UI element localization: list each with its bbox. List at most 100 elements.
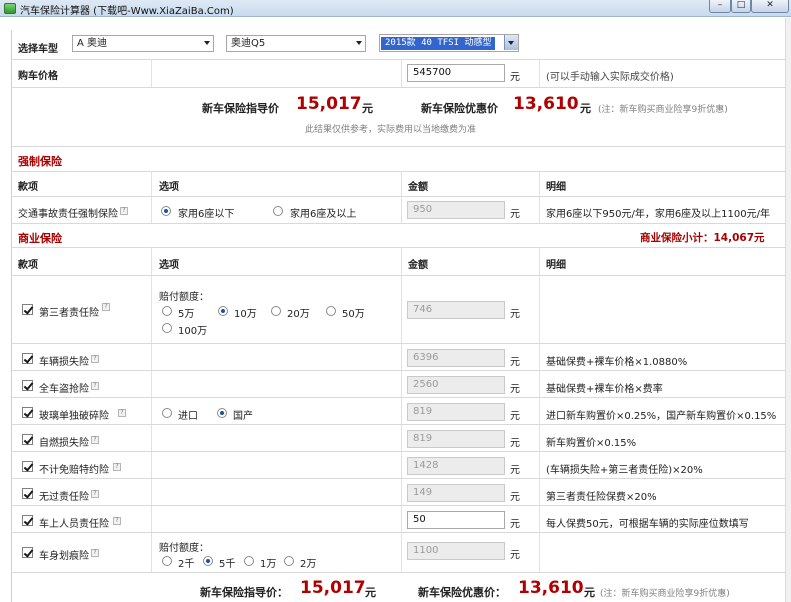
damage-amount-field: 6396 [407,349,505,367]
damage-unit: 元 [510,357,520,368]
scratch-name: 车身划痕险 [39,551,89,562]
maximize-button[interactable]: □ [731,0,751,13]
window-title: 汽车保险计算器 (下载吧-Www.XiaZaiBa.Com) [20,6,234,17]
model-select[interactable]: 2015款 40 TFSI 动感型 [379,34,519,52]
col-header-amount: 金额 [408,260,428,271]
divider [11,370,785,371]
limit-50w-label: 50万 [342,309,365,320]
glass-checkbox[interactable] [22,407,33,418]
brand-select-value: A 奥迪 [77,38,108,49]
no-fault-amount-field: 149 [407,484,505,502]
col-header-detail: 明细 [546,260,566,271]
non-deductible-checkbox[interactable] [22,461,33,472]
scrollbar[interactable] [785,18,791,602]
title-bar: 汽车保险计算器 (下载吧-Www.XiaZaiBa.Com) – □ ✕ [0,0,791,17]
no-fault-checkbox[interactable] [22,488,33,499]
scratch-1w-label: 1万 [260,559,277,570]
help-icon[interactable]: ? [91,549,99,557]
third-party-name: 第三者责任险 [39,308,99,319]
third-party-checkbox[interactable] [22,304,33,315]
third-party-amount-field: 746 [407,301,505,319]
limit-10w-radio[interactable] [218,306,228,316]
seat-6plus-radio[interactable] [273,206,283,216]
minimize-button[interactable]: – [709,0,731,13]
limit-20w-label: 20万 [287,309,310,320]
scratch-5k-label: 5千 [219,559,236,570]
brand-select[interactable]: A 奥迪 [72,35,214,52]
scratch-2k-radio[interactable] [162,556,172,566]
frame-left-border [11,30,12,602]
model-dropdown-button[interactable] [504,35,518,50]
passenger-amount-input[interactable]: 50 [407,511,505,529]
limit-50w-radio[interactable] [326,306,336,316]
damage-checkbox[interactable] [22,353,33,364]
discount-price-value: 13,610 [513,94,579,114]
commercial-subtotal: 商业保险小计：14,067元 [640,232,765,244]
help-icon[interactable]: ? [91,436,99,444]
compulsory-amount-field: 950 [407,201,505,219]
damage-name: 车辆损失险 [39,357,89,368]
divider [11,146,785,147]
glass-amount-field: 819 [407,403,505,421]
limit-5w-label: 5万 [178,309,195,320]
divider [151,247,152,572]
help-icon[interactable]: ? [91,355,99,363]
divider [11,397,785,398]
glass-name: 玻璃单独破碎险 [39,411,109,422]
help-icon[interactable]: ? [113,517,121,525]
scratch-5k-radio[interactable] [203,556,213,566]
scratch-1w-radio[interactable] [244,556,254,566]
guide-price-label: 新车保险指导价 [202,102,279,115]
col-header-item: 款项 [18,182,38,193]
bottom-guide-value: 15,017 [300,578,366,598]
bottom-guide-unit: 元 [365,586,376,599]
combustion-amount-field: 819 [407,430,505,448]
glass-domestic-radio[interactable] [217,408,227,418]
help-icon[interactable]: ? [91,490,99,498]
combustion-checkbox[interactable] [22,434,33,445]
help-icon[interactable]: ? [102,303,110,311]
passenger-unit: 元 [510,519,520,530]
app-icon [4,3,16,14]
help-icon[interactable]: ? [118,409,126,417]
bottom-discount-value: 13,610 [518,578,584,598]
compulsory-name: 交通事故责任强制保险 [18,209,118,220]
glass-domestic-label: 国产 [233,411,253,422]
divider [151,171,152,223]
bottom-guide-label: 新车保险指导价： [200,586,288,599]
theft-unit: 元 [510,384,520,395]
help-icon[interactable]: ? [113,463,121,471]
no-fault-unit: 元 [510,492,520,503]
divider [11,223,785,224]
discount-note: (注：新车购买商业险享9折优惠) [598,105,728,115]
col-header-amount: 金额 [408,182,428,193]
divider [11,424,785,425]
limit-5w-radio[interactable] [162,306,172,316]
help-icon[interactable]: ? [120,207,128,215]
chevron-down-icon [204,41,210,45]
close-button[interactable]: ✕ [751,0,789,13]
scratch-amount-field: 1100 [407,542,505,560]
seat-under6-radio[interactable] [161,206,171,216]
damage-detail: 基础保费+裸车价格×1.0880% [546,357,688,368]
passenger-checkbox[interactable] [22,515,33,526]
divider [401,247,402,572]
divider [11,572,785,573]
chevron-down-icon [356,41,362,45]
scratch-2w-radio[interactable] [284,556,294,566]
disclaimer: 此结果仅供参考，实际费用以当地缴费为准 [305,125,477,135]
divider [539,59,540,87]
non-deductible-name: 不计免赔特约险 [39,465,109,476]
theft-checkbox[interactable] [22,380,33,391]
scratch-checkbox[interactable] [22,547,33,558]
help-icon[interactable]: ? [91,382,99,390]
limit-100w-radio[interactable] [162,323,172,333]
divider [11,196,785,197]
limit-20w-radio[interactable] [271,306,281,316]
no-fault-detail: 第三者责任险保费×20% [546,492,657,503]
divider [11,532,785,533]
no-fault-name: 无过责任险 [39,492,89,503]
glass-import-radio[interactable] [162,408,172,418]
price-input[interactable]: 545700 [407,64,505,82]
series-select[interactable]: 奥迪Q5 [226,35,366,52]
